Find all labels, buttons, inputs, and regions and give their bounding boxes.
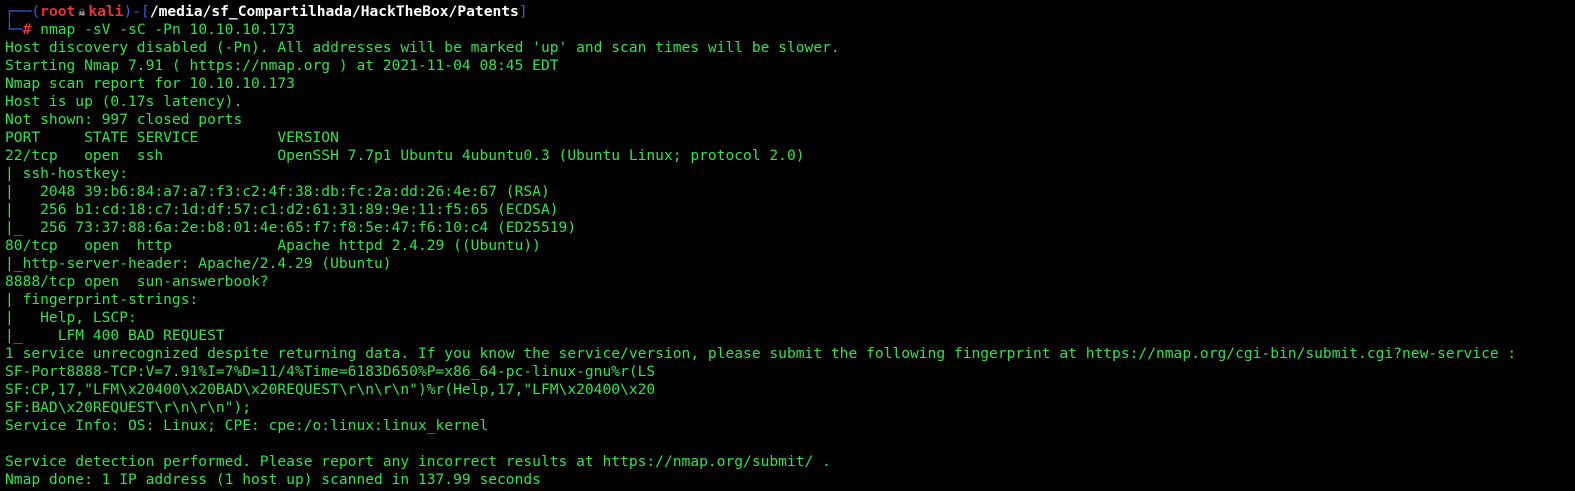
prompt-host: kali (88, 3, 123, 20)
terminal-window[interactable]: ┌──(root☠kali)-[/media/sf_Compartilhada/… (0, 0, 1575, 491)
output-line (5, 435, 1575, 453)
output-line: Host is up (0.17s latency). (5, 93, 1575, 111)
output-line: Host discovery disabled (-Pn). All addre… (5, 39, 1575, 57)
prompt-frame-corner: └─ (5, 21, 23, 38)
prompt-hash: # (23, 21, 32, 38)
prompt-header: ┌──(root☠kali)-[/media/sf_Compartilhada/… (5, 3, 1575, 21)
prompt-path: /media/sf_Compartilhada/HackTheBox/Paten… (150, 3, 519, 20)
skull-icon: ☠ (75, 3, 88, 21)
output-line: SF:CP,17,"LFM\x20400\x20BAD\x20REQUEST\r… (5, 381, 1575, 399)
output-line: Nmap done: 1 IP address (1 host up) scan… (5, 471, 1575, 489)
output-line: Not shown: 997 closed ports (5, 111, 1575, 129)
command-text: nmap -sV -sC -Pn 10.10.10.173 (40, 21, 295, 38)
output-line: 80/tcp open http Apache httpd 2.4.29 ((U… (5, 237, 1575, 255)
output-line: 8888/tcp open sun-answerbook? (5, 273, 1575, 291)
output-line: | Help, LSCP: (5, 309, 1575, 327)
output-line: 22/tcp open ssh OpenSSH 7.7p1 Ubuntu 4ub… (5, 147, 1575, 165)
output-line: | ssh-hostkey: (5, 165, 1575, 183)
output-line: Service Info: OS: Linux; CPE: cpe:/o:lin… (5, 417, 1575, 435)
prompt-frame-close: ] (519, 3, 528, 20)
output-line: | fingerprint-strings: (5, 291, 1575, 309)
output-line: PORT STATE SERVICE VERSION (5, 129, 1575, 147)
prompt-user: root (40, 3, 75, 20)
output-line: 1 service unrecognized despite returning… (5, 345, 1575, 363)
output-line: | 2048 39:b6:84:a7:a7:f3:c2:4f:38:db:fc:… (5, 183, 1575, 201)
command-output: Host discovery disabled (-Pn). All addre… (5, 39, 1575, 489)
prompt-frame-open: ┌──( (5, 3, 40, 20)
output-line: SF:BAD\x20REQUEST\r\n\r\n"); (5, 399, 1575, 417)
prompt-command-line[interactable]: └─# nmap -sV -sC -Pn 10.10.10.173 (5, 21, 1575, 39)
output-line: |_http-server-header: Apache/2.4.29 (Ubu… (5, 255, 1575, 273)
output-line: Nmap scan report for 10.10.10.173 (5, 75, 1575, 93)
output-line: SF-Port8888-TCP:V=7.91%I=7%D=11/4%Time=6… (5, 363, 1575, 381)
prompt-frame-mid: )-[ (123, 3, 149, 20)
output-line: Starting Nmap 7.91 ( https://nmap.org ) … (5, 57, 1575, 75)
output-line: Service detection performed. Please repo… (5, 453, 1575, 471)
output-line: |_ LFM 400 BAD REQUEST (5, 327, 1575, 345)
output-line: | 256 b1:cd:18:c7:1d:df:57:c1:d2:61:31:8… (5, 201, 1575, 219)
output-line: |_ 256 73:37:88:6a:2e:b8:01:4e:65:f7:f8:… (5, 219, 1575, 237)
